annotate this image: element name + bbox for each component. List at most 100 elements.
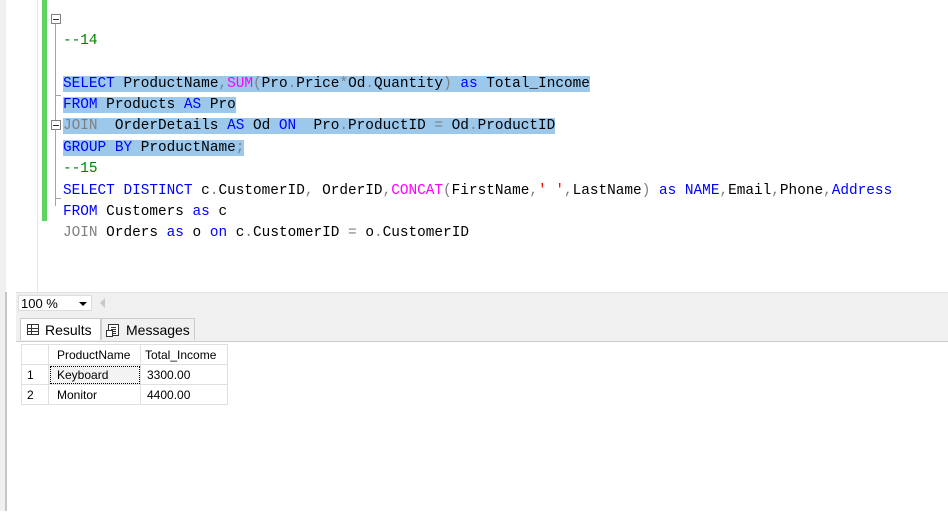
outline-line xyxy=(55,20,56,206)
code-token: Phone xyxy=(779,182,824,199)
table-cell[interactable]: Keyboard xyxy=(48,364,141,385)
code-token: Pro xyxy=(261,75,288,92)
table-row[interactable]: 2 Monitor 4400.00 xyxy=(21,384,228,405)
code-token: JOIN xyxy=(63,225,98,242)
editor-gutter xyxy=(16,0,38,292)
code-token: , xyxy=(719,182,729,199)
code-token: = xyxy=(348,225,357,242)
code-token: OrderDetails xyxy=(97,118,228,135)
table-cell[interactable]: 3300.00 xyxy=(140,364,228,385)
code-line[interactable]: --15 xyxy=(63,159,892,180)
grid-header-row: ProductName Total_Income xyxy=(21,344,228,365)
code-token: Pro xyxy=(201,97,236,113)
code-token: o xyxy=(183,225,210,242)
code-line[interactable]: FROM Products AS Pro xyxy=(63,95,892,116)
results-grid[interactable]: ProductName Total_Income 1 Keyboard 3300… xyxy=(21,344,228,405)
code-token: , xyxy=(382,182,392,199)
code-token: ; xyxy=(235,139,245,156)
selected-text: JOIN OrderDetails AS Od ON Pro.ProductID… xyxy=(63,118,556,135)
line-text: FROM Customers as c xyxy=(63,204,227,220)
code-token: Total_Income xyxy=(477,75,590,92)
code-token: Products xyxy=(97,97,184,113)
code-token: . xyxy=(287,75,297,92)
change-tracking-bar xyxy=(42,0,47,221)
code-token: CustomerID xyxy=(253,225,349,242)
line-text: SELECT DISTINCT c.CustomerID, OrderID,CO… xyxy=(63,183,892,199)
code-token: . xyxy=(244,225,254,242)
code-line[interactable]: SELECT ProductName,SUM(Pro.Price*Od.Quan… xyxy=(63,74,892,95)
column-header[interactable]: ProductName xyxy=(48,344,141,365)
table-cell[interactable]: Monitor xyxy=(48,384,141,405)
code-token: Address xyxy=(831,182,893,199)
code-token: AS xyxy=(227,118,245,135)
code-token: Orders xyxy=(97,225,167,242)
results-left-border xyxy=(5,292,7,511)
code-token: FirstName xyxy=(451,182,530,199)
code-token: LastName xyxy=(572,182,642,199)
code-line[interactable]: FROM Customers as c xyxy=(63,202,892,223)
grid-icon xyxy=(27,324,39,335)
collapse-icon[interactable] xyxy=(51,14,61,24)
code-token: as xyxy=(192,203,210,220)
code-token: = xyxy=(434,118,444,135)
code-token: CONCAT xyxy=(391,182,444,199)
line-text: --15 xyxy=(63,161,98,177)
code-token: , xyxy=(823,182,832,199)
tab-results[interactable]: Results xyxy=(20,318,101,340)
code-line[interactable]: JOIN OrderDetails AS Od ON Pro.ProductID… xyxy=(63,116,892,137)
code-token: --15 xyxy=(63,161,98,178)
code-token: NAME xyxy=(684,182,720,199)
zoom-dropdown[interactable]: 100 % xyxy=(18,295,92,311)
code-token: Od xyxy=(443,118,469,135)
zoom-value: 100 % xyxy=(21,296,58,311)
code-token: GROUP BY xyxy=(63,139,133,156)
code-token: Price xyxy=(296,75,340,92)
code-token: AS xyxy=(183,97,202,113)
code-token: ProductID xyxy=(348,118,435,135)
code-token: as xyxy=(460,75,478,92)
code-token: CustomerID xyxy=(382,225,469,242)
code-line[interactable]: JOIN Orders as o on c.CustomerID = o.Cus… xyxy=(63,223,892,244)
code-token: . xyxy=(365,75,374,92)
code-token: on xyxy=(209,225,228,242)
tab-results-label: Results xyxy=(45,322,92,338)
table-row[interactable]: 1 Keyboard 3300.00 xyxy=(21,364,228,385)
code-token: c xyxy=(209,203,228,220)
code-token: , xyxy=(771,182,780,199)
row-number[interactable]: 2 xyxy=(21,384,49,405)
row-header-corner[interactable] xyxy=(21,344,49,365)
editor-margin xyxy=(6,0,16,292)
code-token: o xyxy=(356,225,374,242)
table-cell[interactable]: 4400.00 xyxy=(140,384,228,405)
code-token: ProductID xyxy=(477,118,556,135)
code-token: FROM xyxy=(63,203,98,220)
row-number[interactable]: 1 xyxy=(21,364,49,385)
code-token: . xyxy=(373,225,383,242)
collapse-icon[interactable] xyxy=(51,120,61,130)
zoom-bar: 100 % xyxy=(16,292,948,313)
tab-messages[interactable]: Messages xyxy=(101,318,195,340)
scroll-left-icon[interactable] xyxy=(100,298,105,308)
outline-end xyxy=(55,95,61,96)
code-token: Od xyxy=(348,75,366,92)
selected-text: GROUP BY ProductName; xyxy=(63,139,245,156)
code-token: as xyxy=(658,182,677,199)
code-token: c xyxy=(227,225,245,242)
code-token: ' ' xyxy=(538,182,564,199)
column-header[interactable]: Total_Income xyxy=(140,344,228,365)
code-line-partial: --14 xyxy=(63,32,98,49)
code-line[interactable]: GROUP BY ProductName; xyxy=(63,138,892,159)
code-token: as xyxy=(166,225,184,242)
code-token: ON xyxy=(278,118,297,135)
code-token: * xyxy=(339,75,349,92)
code-token: c xyxy=(192,182,210,199)
code-line[interactable]: SELECT DISTINCT c.CustomerID, OrderID,CO… xyxy=(63,181,892,202)
line-text: JOIN Orders as o on c.CustomerID = o.Cus… xyxy=(63,225,469,241)
chevron-down-icon xyxy=(79,302,87,306)
code-text[interactable]: --14 SELECT ProductName,SUM(Pro.Price*Od… xyxy=(63,0,892,245)
code-token: Pro xyxy=(296,118,340,135)
code-token: Customers xyxy=(97,203,193,220)
code-token: Od xyxy=(244,118,279,135)
